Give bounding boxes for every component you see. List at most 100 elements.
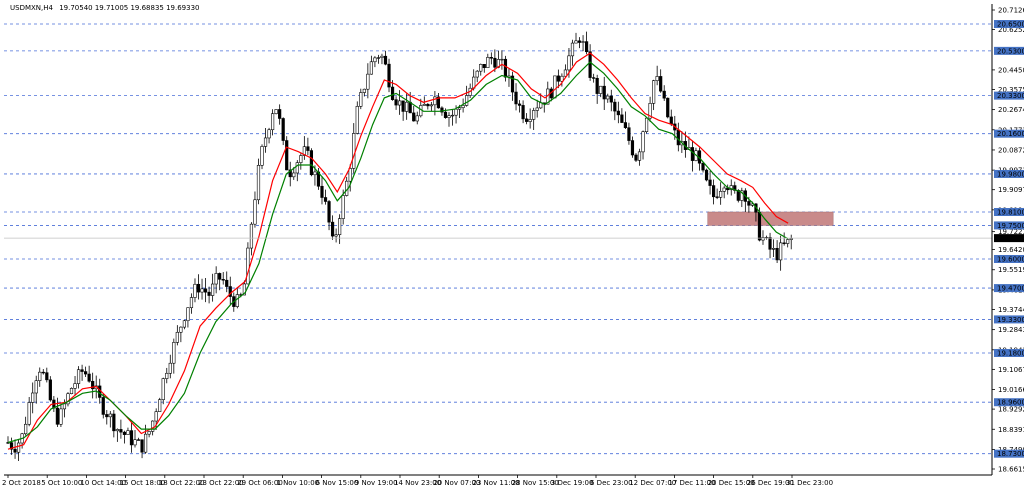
candle-body-118 — [422, 103, 426, 106]
candle-body-188 — [669, 116, 673, 125]
candle-body-145 — [517, 103, 522, 106]
candle-body-161 — [574, 40, 578, 44]
candle-body-18 — [69, 388, 74, 395]
candle-body-199 — [708, 179, 712, 186]
candle-body-55 — [200, 288, 204, 293]
level-badge-label: 18.73000 — [997, 450, 1024, 458]
candle-body-39 — [143, 433, 148, 453]
candle-body-46 — [168, 362, 172, 374]
time-tick-label: 31 Dec 23:00 — [786, 479, 833, 487]
candle-body-29 — [108, 413, 112, 418]
candle-body-181 — [644, 117, 649, 133]
candle-body-110 — [394, 99, 398, 106]
candle-body-216 — [768, 237, 772, 250]
candle-body-183 — [652, 80, 656, 104]
level-badge-label: 20.16000 — [997, 130, 1024, 138]
level-badge-label: 20.65000 — [997, 21, 1024, 29]
candle-body-54 — [196, 283, 201, 293]
candle-body-44 — [161, 378, 165, 400]
candle-body-136 — [486, 57, 490, 68]
candle-body-203 — [722, 187, 726, 192]
candle-body-30 — [112, 413, 116, 432]
candle-body-129 — [461, 105, 465, 108]
candle-body-213 — [757, 211, 762, 241]
candle-body-19 — [73, 383, 77, 389]
level-badge-label: 19.98000 — [997, 170, 1024, 178]
candle-body-27 — [101, 397, 105, 415]
candle-body-190 — [676, 129, 680, 146]
resistance-zone — [707, 211, 834, 226]
candle-body-106 — [380, 55, 384, 58]
candle-body-62 — [225, 279, 229, 287]
candle-body-70 — [253, 199, 257, 225]
candle-body-113 — [405, 101, 409, 112]
candle-body-218 — [775, 248, 779, 261]
candle-body-72 — [260, 146, 264, 166]
candle-body-111 — [398, 100, 402, 106]
candle-body-141 — [503, 58, 508, 78]
candle-body-71 — [256, 165, 261, 201]
candle-body-187 — [666, 97, 670, 118]
candle-body-37 — [136, 439, 141, 441]
candle-body-115 — [412, 112, 416, 122]
price-tick-label: 19.10675 — [998, 366, 1024, 374]
candle-body-172 — [613, 101, 617, 112]
level-badge-label: 18.96000 — [997, 399, 1024, 407]
candle-body-98 — [352, 133, 356, 169]
price-tick-label: 20.71265 — [998, 7, 1024, 15]
candle-body-175 — [623, 122, 627, 128]
candle-body-21 — [80, 369, 84, 372]
candle-body-121 — [433, 96, 437, 106]
candle-body-79 — [285, 140, 289, 171]
candle-body-35 — [129, 430, 134, 446]
candle-body-57 — [207, 291, 211, 296]
candle-body-116 — [415, 115, 419, 122]
candle-body-83 — [299, 155, 303, 163]
candle-body-12 — [48, 379, 52, 401]
candle-body-169 — [602, 85, 606, 100]
candle-body-197 — [701, 162, 705, 171]
candle-body-41 — [151, 420, 155, 432]
candle-body-100 — [359, 92, 363, 107]
candle-body-179 — [637, 151, 642, 161]
candle-body-166 — [592, 77, 596, 79]
candle-body-28 — [105, 414, 109, 418]
candle-body-112 — [401, 100, 405, 112]
candle-body-51 — [186, 307, 190, 322]
level-badge-label: 19.18000 — [997, 349, 1024, 357]
candle-body-81 — [292, 172, 296, 178]
candle-body-220 — [782, 242, 786, 244]
candle-body-186 — [662, 90, 666, 99]
candle-body-87 — [313, 171, 317, 176]
candle-body-40 — [147, 431, 151, 435]
candle-body-49 — [179, 326, 183, 333]
candle-body-73 — [263, 137, 268, 147]
price-tick-label: 18.92920 — [998, 406, 1024, 414]
candle-body-48 — [175, 331, 179, 343]
candle-body-74 — [267, 129, 271, 139]
candle-body-99 — [355, 106, 359, 134]
candle-body-75 — [270, 113, 275, 131]
price-tick-label: 20.26745 — [998, 106, 1024, 114]
price-tick-label: 19.90970 — [998, 186, 1024, 194]
candle-body-165 — [588, 51, 592, 78]
candle-body-171 — [609, 95, 613, 103]
candle-body-85 — [306, 146, 310, 151]
candle-body-180 — [641, 131, 645, 153]
candle-body-104 — [373, 57, 377, 63]
candle-body-127 — [454, 108, 458, 116]
candle-body-160 — [570, 42, 575, 57]
symbol-label: USDMXN,H4 — [10, 4, 54, 12]
candle-body-7 — [31, 392, 35, 403]
price-chart: 20.7126520.6252020.4450020.3575520.26745… — [0, 0, 1024, 489]
level-badge-label: 20.53000 — [997, 47, 1024, 55]
candle-body-60 — [218, 273, 222, 280]
candle-body-126 — [450, 114, 455, 117]
candle-body-61 — [221, 279, 225, 281]
candle-body-125 — [447, 115, 451, 118]
candle-body-168 — [599, 85, 603, 94]
candle-body-156 — [556, 75, 560, 82]
candle-body-9 — [38, 371, 42, 382]
candle-body-90 — [323, 197, 328, 202]
candle-body-65 — [235, 294, 239, 307]
